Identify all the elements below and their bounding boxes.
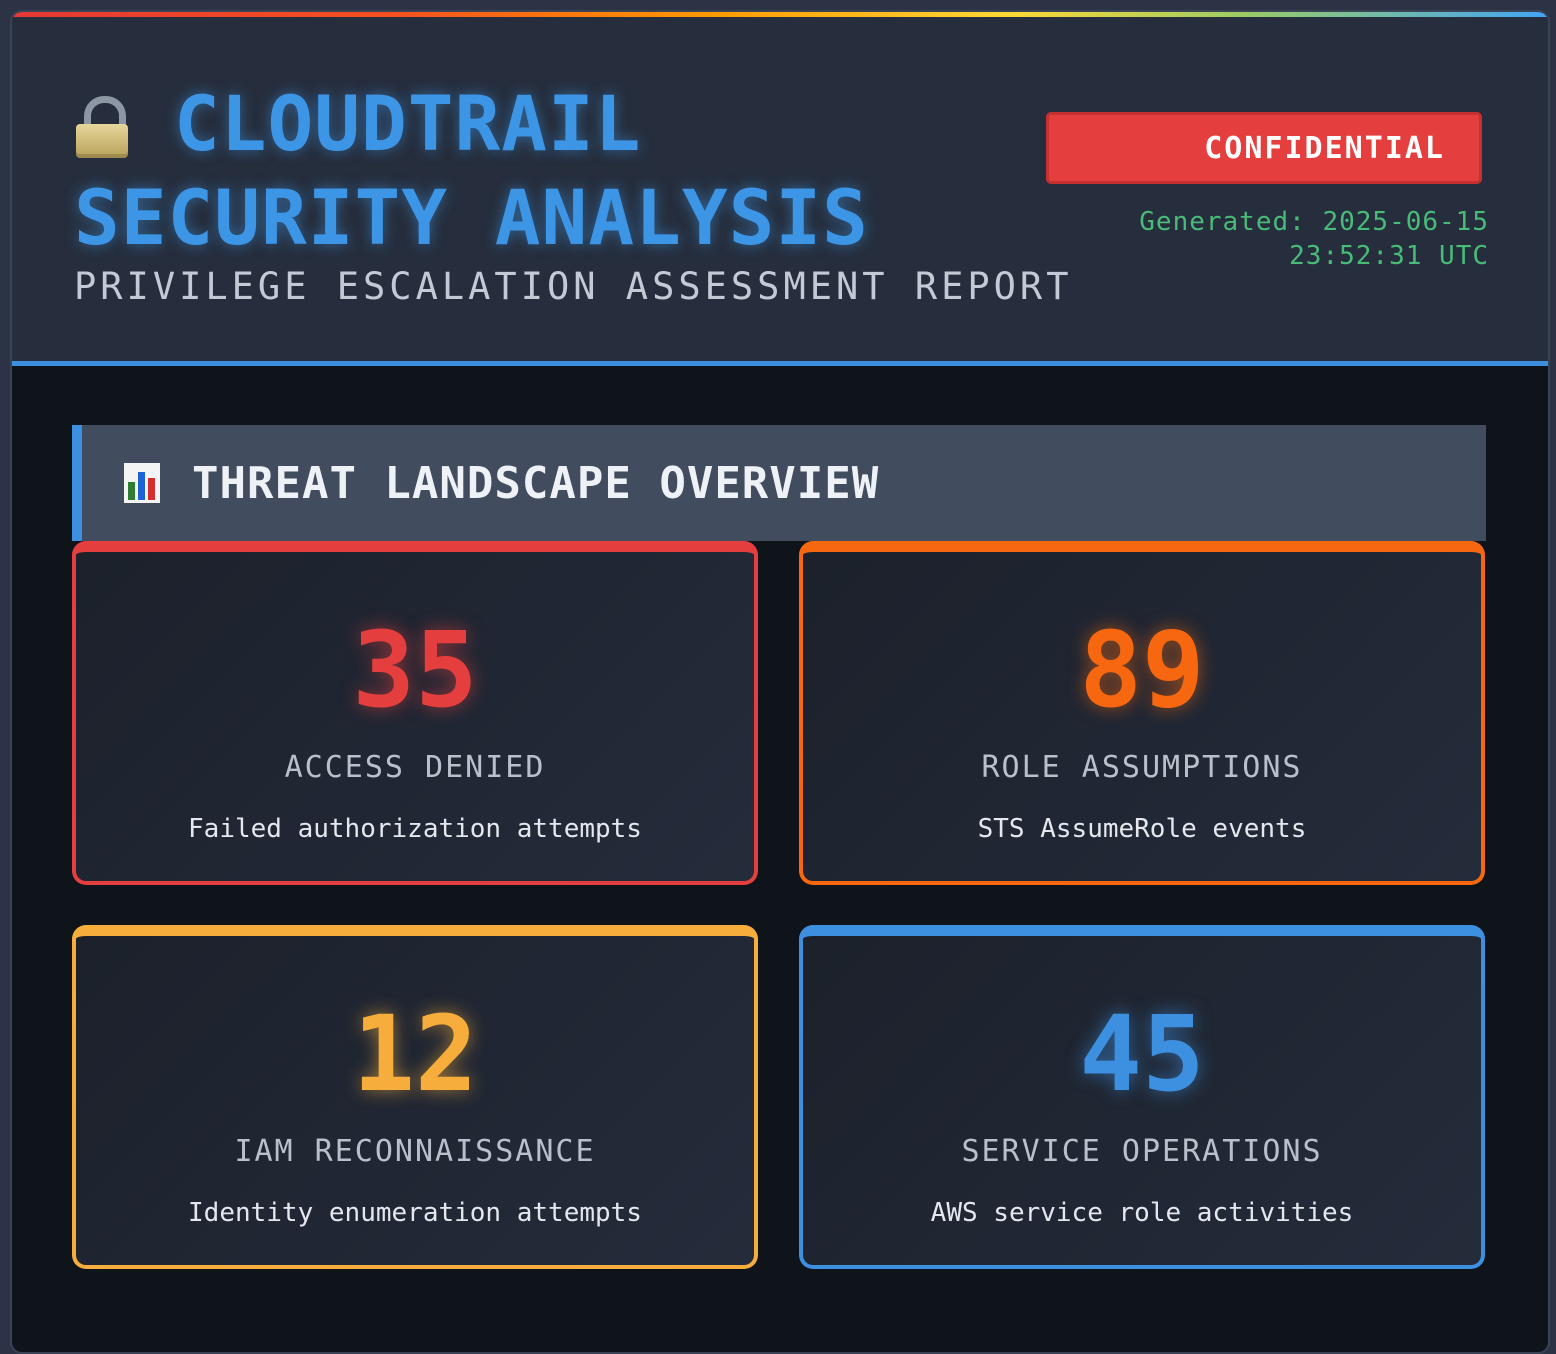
report-title-block: CLOUDTRAIL SECURITY ANALYSIS: [74, 77, 1034, 265]
metric-card-role-assumptions: 89 ROLE ASSUMPTIONS STS AssumeRole event…: [799, 541, 1485, 885]
report-window: CLOUDTRAIL SECURITY ANALYSIS PRIVILEGE E…: [10, 10, 1550, 1354]
generated-timestamp: Generated: 2025-06-15 23:52:31 UTC: [1049, 205, 1489, 273]
report-header: CLOUDTRAIL SECURITY ANALYSIS PRIVILEGE E…: [12, 17, 1548, 366]
metric-description: STS AssumeRole events: [977, 814, 1307, 844]
metric-description: Identity enumeration attempts: [188, 1198, 642, 1228]
confidential-badge: CONFIDENTIAL: [1046, 112, 1482, 184]
threat-overview-header: THREAT LANDSCAPE OVERVIEW: [72, 425, 1486, 541]
metric-description: AWS service role activities: [930, 1198, 1354, 1228]
metric-value: 35: [352, 609, 478, 731]
metric-value: 89: [1079, 609, 1205, 731]
metric-label: IAM RECONNAISSANCE: [234, 1134, 596, 1169]
generated-date: Generated: 2025-06-15: [1139, 207, 1489, 237]
section-title: THREAT LANDSCAPE OVERVIEW: [192, 457, 880, 509]
metric-value: 12: [352, 993, 478, 1115]
metric-label: ROLE ASSUMPTIONS: [981, 750, 1303, 785]
metric-card-service-operations: 45 SERVICE OPERATIONS AWS service role a…: [799, 925, 1485, 1269]
metric-value: 45: [1079, 993, 1205, 1115]
report-title: CLOUDTRAIL SECURITY ANALYSIS: [74, 79, 869, 262]
metric-card-access-denied: 35 ACCESS DENIED Failed authorization at…: [72, 541, 758, 885]
lock-icon: [74, 96, 130, 158]
metric-card-iam-reconnaissance: 12 IAM RECONNAISSANCE Identity enumerati…: [72, 925, 758, 1269]
generated-time: 23:52:31 UTC: [1289, 241, 1489, 271]
metric-description: Failed authorization attempts: [188, 814, 642, 844]
metric-label: SERVICE OPERATIONS: [961, 1134, 1323, 1169]
report-subtitle: PRIVILEGE ESCALATION ASSESSMENT REPORT: [74, 265, 1073, 308]
bar-chart-icon: [124, 463, 160, 503]
metric-label: ACCESS DENIED: [284, 750, 546, 785]
